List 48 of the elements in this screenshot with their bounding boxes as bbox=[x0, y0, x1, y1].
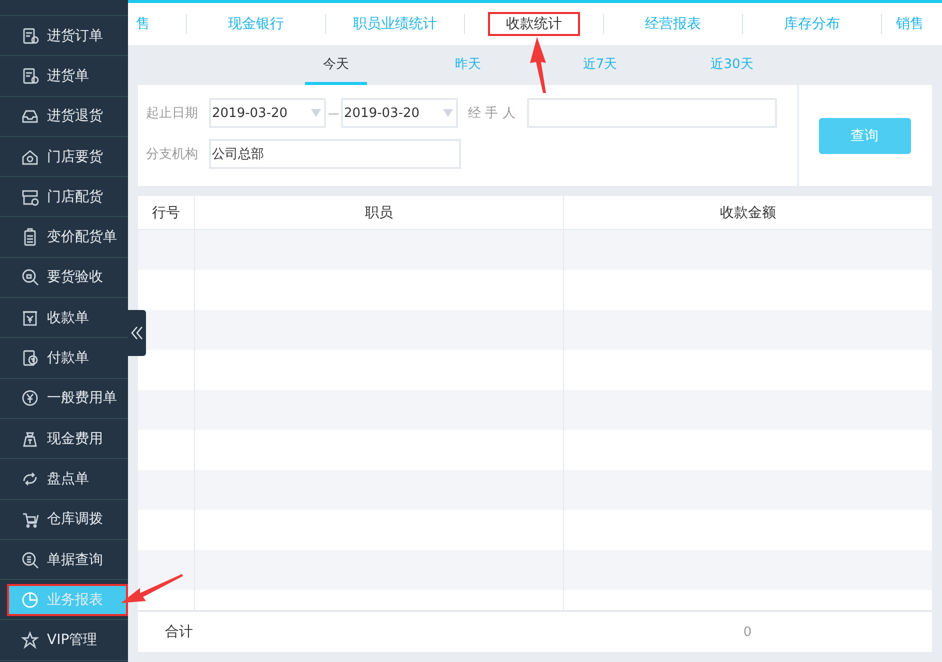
sidebar-item[interactable]: 变价配货单 bbox=[7, 221, 128, 254]
sidebar-item[interactable]: 收款单 bbox=[7, 302, 128, 334]
date-field[interactable]: 2019-03-20 bbox=[209, 98, 326, 128]
column-header: 行号 bbox=[151, 204, 181, 222]
sidebar-item[interactable]: VIP管理 bbox=[7, 624, 128, 656]
collapse-button[interactable] bbox=[128, 310, 146, 356]
sidebar-item[interactable]: 单据查询 bbox=[7, 544, 128, 576]
sidebar-item[interactable]: 进货单 bbox=[7, 60, 128, 92]
branch-field[interactable]: 公司总部 bbox=[209, 139, 461, 169]
column-header: 收款金额 bbox=[563, 196, 932, 229]
money-bag-icon bbox=[21, 430, 39, 448]
document-icon bbox=[21, 66, 39, 85]
caret-icon bbox=[443, 109, 453, 117]
sidebar-item[interactable]: 现金费用 bbox=[7, 422, 128, 455]
magnifier-icon bbox=[21, 268, 39, 286]
date-separator: — bbox=[328, 106, 339, 120]
field-label: 经 手 人 bbox=[468, 105, 516, 122]
total-value: 0 bbox=[742, 624, 753, 640]
sidebar-item[interactable]: 进货退货 bbox=[7, 100, 128, 132]
pie-chart-icon bbox=[21, 590, 39, 609]
document-icon bbox=[21, 26, 39, 45]
document-icon bbox=[21, 349, 39, 368]
report-tab[interactable]: 收款统计 bbox=[488, 12, 580, 36]
collapse-icon bbox=[131, 326, 143, 340]
star-icon bbox=[21, 631, 39, 650]
house-icon bbox=[21, 148, 39, 166]
sidebar-item[interactable]: 盘点单 bbox=[7, 462, 128, 495]
sidebar-item[interactable]: 门店要货 bbox=[7, 140, 128, 173]
field-label: 分支机构 bbox=[146, 146, 199, 163]
total-label: 合计 bbox=[164, 623, 194, 641]
search-icon bbox=[21, 550, 39, 568]
pointer-arrow bbox=[121, 574, 183, 603]
shop-icon bbox=[21, 188, 39, 206]
sidebar-item[interactable]: 一般费用单 bbox=[7, 382, 128, 414]
sidebar-item[interactable]: 要货验收 bbox=[7, 261, 128, 294]
pointer-arrow bbox=[530, 37, 546, 93]
sidebar-item[interactable]: 进货订单 bbox=[7, 20, 128, 52]
cycle-icon bbox=[21, 470, 39, 488]
field-label: 起止日期 bbox=[146, 105, 199, 122]
receipt-icon bbox=[21, 308, 39, 327]
sidebar-item[interactable]: 仓库调拨 bbox=[7, 503, 128, 536]
sidebar-item[interactable]: 门店配货 bbox=[7, 180, 128, 213]
input-field[interactable] bbox=[527, 98, 778, 128]
column-header: 职员 bbox=[194, 196, 563, 229]
caret-icon bbox=[311, 109, 321, 117]
date-field[interactable]: 2019-03-20 bbox=[341, 98, 458, 128]
sidebar-item[interactable]: 付款单 bbox=[7, 342, 128, 374]
yen-icon bbox=[21, 389, 39, 408]
